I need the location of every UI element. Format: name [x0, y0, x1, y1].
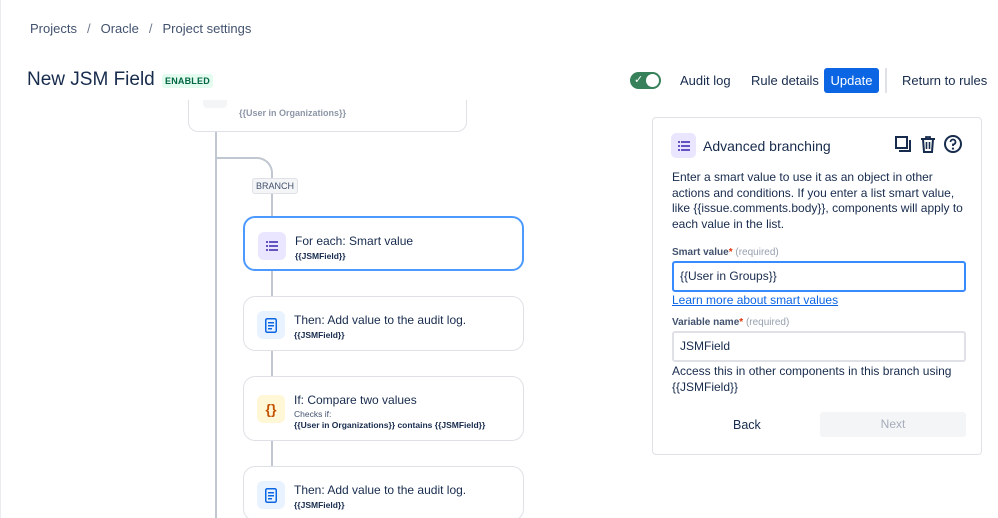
document-icon: [257, 311, 285, 339]
required-asterisk: *: [728, 247, 733, 258]
component-card-audit-log-2[interactable]: Then: Add value to the audit log. {{JSMF…: [243, 466, 524, 518]
back-button[interactable]: Back: [733, 418, 761, 432]
card-subtitle: {{JSMField}}: [294, 330, 345, 340]
panel-title: Advanced branching: [703, 138, 831, 154]
breadcrumb-project-settings[interactable]: Project settings: [163, 21, 252, 36]
required-asterisk: *: [739, 317, 744, 328]
list-icon: [258, 232, 286, 260]
status-badge: ENABLED: [162, 74, 213, 88]
branch-label: BRANCH: [252, 178, 299, 194]
update-button[interactable]: Update: [824, 68, 879, 93]
duplicate-icon[interactable]: [893, 134, 913, 154]
card-title: Then: Add value to the audit log.: [294, 313, 467, 327]
page-title: New JSM Field: [27, 69, 155, 90]
flow-connector-main: [215, 130, 217, 518]
card-title: For each: Smart value: [295, 234, 414, 248]
component-card-compare-values[interactable]: {} If: Compare two values Checks if: {{U…: [243, 376, 524, 441]
card-title: If: Compare two values: [294, 393, 417, 407]
help-icon[interactable]: [943, 134, 963, 154]
rule-enabled-toggle[interactable]: ✓: [630, 72, 661, 89]
document-icon: [257, 481, 285, 509]
component-config-panel: Advanced branching Enter a smart value t…: [652, 117, 982, 455]
variable-name-label-text: Variable name: [672, 317, 740, 328]
return-to-rules-button[interactable]: Return to rules: [902, 68, 987, 93]
list-icon: [671, 133, 696, 158]
card-subtitle: {{JSMField}}: [294, 500, 345, 510]
next-button[interactable]: Next: [820, 412, 966, 437]
trash-icon[interactable]: [918, 134, 938, 154]
variable-name-input[interactable]: JSMField: [672, 331, 966, 362]
component-card-for-each[interactable]: For each: Smart value {{JSMField}}: [243, 216, 524, 271]
card-subtitle: {{JSMField}}: [295, 251, 346, 261]
breadcrumb-separator: /: [86, 21, 91, 36]
component-icon: [203, 100, 227, 108]
card-subtitle: {{User in Organizations}} contains {{JSM…: [294, 420, 486, 430]
learn-more-link[interactable]: Learn more about smart values: [672, 293, 838, 307]
component-card-audit-log-1[interactable]: Then: Add value to the audit log. {{JSMF…: [243, 296, 524, 351]
header-divider: [885, 68, 887, 93]
left-edge: [0, 0, 3, 518]
check-icon: ✓: [634, 74, 644, 86]
card-checks-label: Checks if:: [294, 409, 332, 419]
smart-value-input[interactable]: {{User in Groups}}: [672, 261, 966, 292]
breadcrumb-oracle[interactable]: Oracle: [101, 21, 139, 36]
audit-log-button[interactable]: Audit log: [680, 68, 731, 93]
variable-hint: Access this in other components in this …: [672, 364, 952, 394]
panel-description: Enter a smart value to use it as an obje…: [672, 170, 963, 231]
breadcrumb: Projects / Oracle / Project settings: [30, 21, 251, 36]
smart-value-label: Smart value* (required): [672, 247, 779, 258]
variable-name-label: Variable name* (required): [672, 317, 789, 328]
card-subtitle: {{User in Organizations}}: [239, 108, 347, 118]
required-text: (required): [745, 317, 790, 328]
required-text: (required): [735, 247, 779, 258]
breadcrumb-projects[interactable]: Projects: [30, 21, 77, 36]
previous-component-card[interactable]: {{User in Organizations}}: [188, 100, 467, 132]
card-title: Then: Add value to the audit log.: [294, 483, 467, 497]
braces-icon: {}: [257, 395, 285, 423]
rule-details-button[interactable]: Rule details: [751, 68, 819, 93]
smart-value-label-text: Smart value: [672, 247, 729, 258]
toggle-knob: [646, 74, 659, 87]
breadcrumb-separator: /: [148, 21, 153, 36]
